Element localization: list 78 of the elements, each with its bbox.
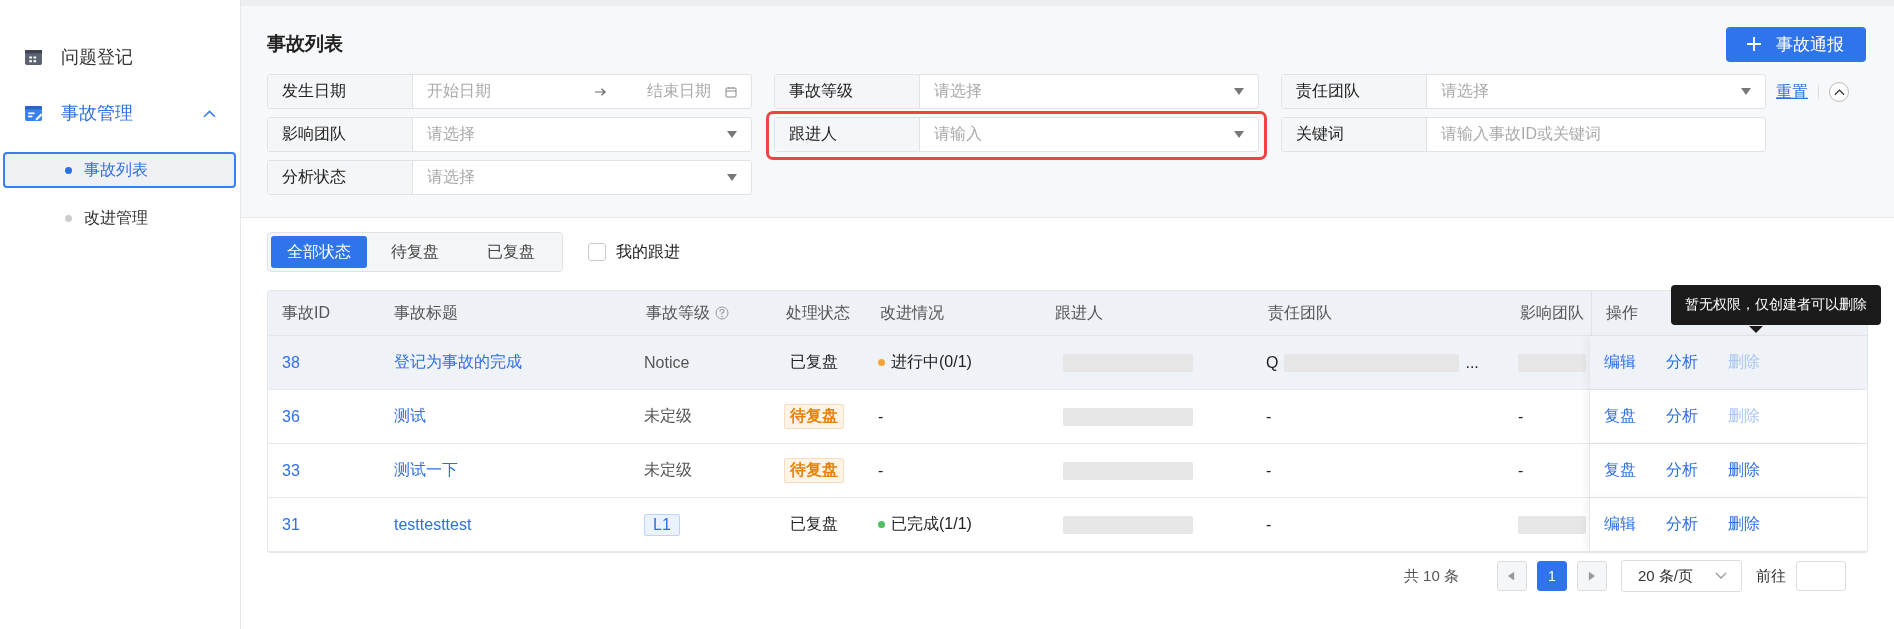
redacted-block (1518, 515, 1586, 534)
goto-label: 前往 (1756, 566, 1786, 586)
table-cell-text: 未定级 (644, 406, 692, 426)
incident-title-link[interactable]: 登记为事故的完成 (394, 352, 522, 373)
level-tag: L1 (644, 513, 680, 536)
column-header: 操作 (1591, 291, 1638, 335)
table-cell: - (1266, 461, 1272, 480)
status-tag: 待复盘 (784, 458, 844, 483)
table-cell-text: 已复盘 (790, 352, 838, 372)
column-header: 影响团队 (1519, 302, 1585, 323)
table-cell: - (878, 461, 884, 480)
page-size-select[interactable]: 20 条/页 (1620, 560, 1742, 592)
sidebar-subitem[interactable]: 改进管理 (3, 200, 236, 236)
table-cell: - (1518, 407, 1524, 426)
total-count: 共 10 条 (1403, 566, 1459, 586)
table-cell: Q (1266, 353, 1279, 372)
checkbox-label: 我的跟进 (616, 241, 680, 262)
sidebar-subitem[interactable]: 事故列表 (3, 152, 236, 188)
sidebar-item[interactable]: 问题登记 (0, 40, 240, 74)
table-cell-text: 已完成(1/1) (891, 514, 972, 534)
tooltip: 暂无权限，仅创建者可以删除 (1671, 285, 1881, 325)
page-title: 事故列表 (267, 32, 343, 56)
status-tag: 待复盘 (784, 404, 844, 429)
previous-page-button[interactable] (1496, 561, 1527, 591)
action-link[interactable]: 编辑 (1604, 352, 1636, 373)
column-header: 事故标题 (393, 302, 459, 323)
collapse-button[interactable] (1829, 82, 1849, 102)
action-link[interactable]: 分析 (1666, 514, 1698, 535)
table-cell-text: 已复盘 (790, 514, 838, 534)
action-link[interactable]: 分析 (1666, 406, 1698, 427)
incident-title-link[interactable]: 测试 (394, 406, 426, 427)
table-cell: - (1266, 407, 1272, 426)
table-cell: - (1266, 515, 1272, 534)
column-header: 事故等级 (632, 291, 772, 335)
right-triangle-icon (1588, 571, 1596, 581)
action-link[interactable]: 复盘 (1604, 460, 1636, 481)
column-header: 跟进人 (1054, 302, 1104, 323)
column-header: 处理状态 (785, 302, 851, 323)
table-cell: - (1518, 461, 1524, 480)
calendar-icon (24, 47, 43, 67)
incident-id-link[interactable]: 36 (282, 407, 300, 426)
reset-link[interactable]: 重置 (1776, 82, 1808, 103)
help-icon (715, 306, 729, 320)
incident-title-link[interactable]: 测试一下 (394, 460, 458, 481)
table-cell-text: 未定级 (644, 460, 692, 480)
action-link[interactable]: 分析 (1666, 460, 1698, 481)
action-link[interactable]: 删除 (1728, 514, 1760, 535)
page-input[interactable] (1796, 561, 1846, 591)
sidebar-item[interactable]: 事故管理 (0, 96, 240, 130)
incident-id-link[interactable]: 31 (282, 515, 300, 534)
table-cell: Notice (644, 353, 690, 372)
table-cell: ... (1465, 353, 1479, 372)
left-triangle-icon (1508, 571, 1516, 581)
next-page-button[interactable] (1576, 561, 1607, 591)
status-tab[interactable]: 已复盘 (463, 236, 559, 268)
plus-icon (1746, 36, 1762, 52)
incident-id-link[interactable]: 33 (282, 461, 300, 480)
action-link[interactable]: 删除 (1728, 460, 1760, 481)
action-link[interactable]: 复盘 (1604, 406, 1636, 427)
chevron-down-icon (1715, 572, 1727, 580)
report-button[interactable]: 事故通报 (1726, 26, 1866, 62)
chevron-icon (203, 108, 216, 118)
chevron-icon (1833, 88, 1845, 96)
status-tab[interactable]: 全部状态 (271, 236, 367, 268)
action-link[interactable]: 编辑 (1604, 514, 1636, 535)
checkbox[interactable] (588, 243, 606, 261)
page-button[interactable]: 1 (1536, 561, 1567, 591)
tooltip-pointer (1749, 326, 1763, 333)
edit-icon (24, 103, 43, 123)
column-header: 责任团队 (1267, 302, 1333, 323)
status-tab[interactable]: 待复盘 (367, 236, 463, 268)
action-link[interactable]: 分析 (1666, 352, 1698, 373)
incident-title-link[interactable]: testtesttest (394, 515, 472, 534)
column-header: 改进情况 (879, 302, 945, 323)
column-header: 事故ID (281, 302, 331, 323)
incident-id-link[interactable]: 38 (282, 353, 300, 372)
table-cell-text: 进行中(0/1) (891, 352, 972, 372)
table-cell: - (878, 407, 884, 426)
